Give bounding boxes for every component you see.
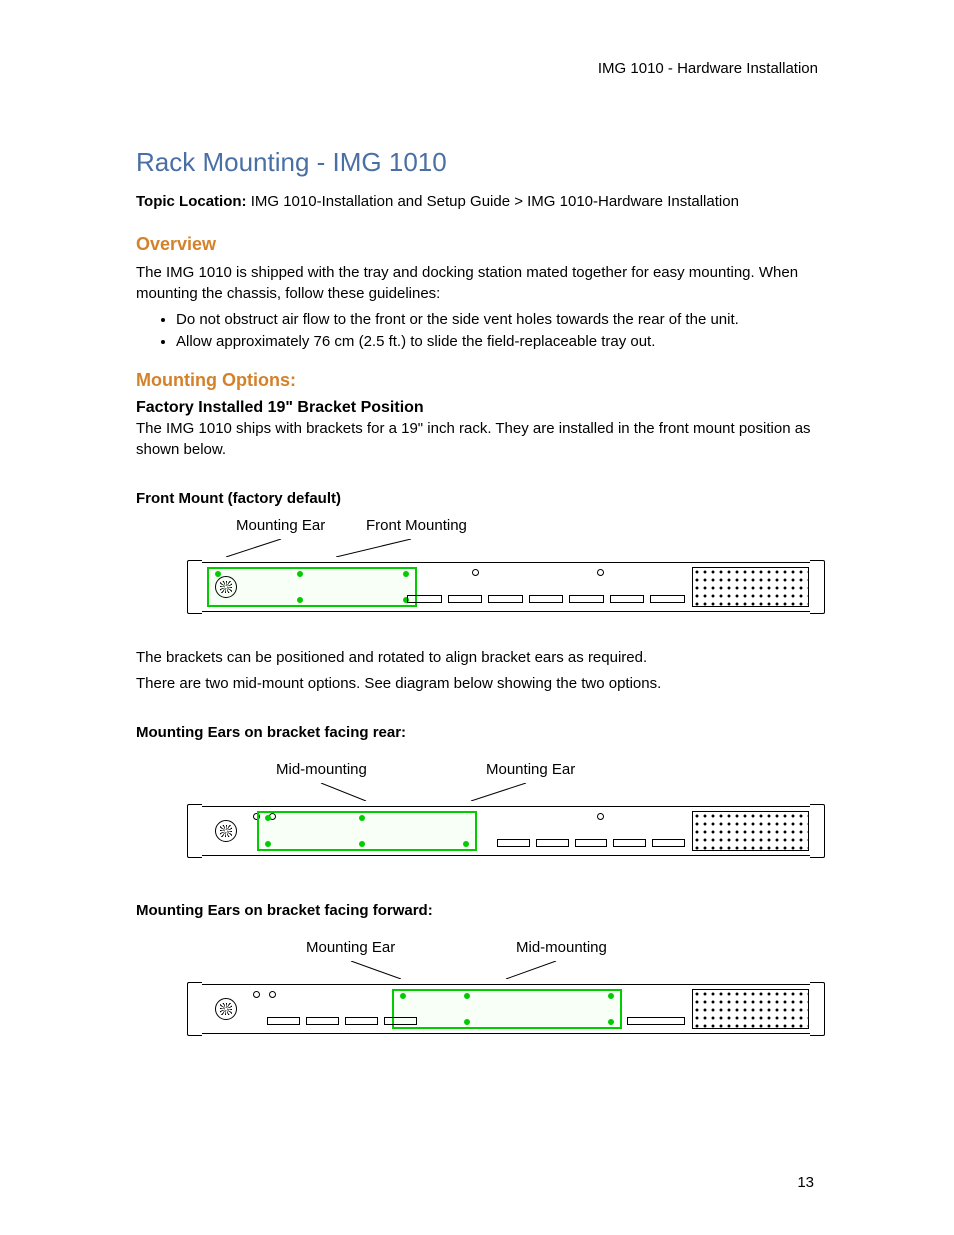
overview-intro: The IMG 1010 is shipped with the tray an… <box>136 263 818 304</box>
overview-bullets: Do not obstruct air flow to the front or… <box>136 310 818 353</box>
page-title: Rack Mounting - IMG 1010 <box>136 147 818 178</box>
diagram-leader-lines <box>196 961 816 979</box>
device-chassis <box>196 806 816 856</box>
bracket-note-1: The brackets can be positioned and rotat… <box>136 648 818 668</box>
factory-text: The IMG 1010 ships with brackets for a 1… <box>136 419 818 460</box>
page-header: IMG 1010 - Hardware Installation <box>136 60 818 77</box>
bracket-mid-forward <box>392 989 622 1029</box>
diagram-leader-lines <box>196 783 816 801</box>
diagram-label-mounting-ear: Mounting Ear <box>236 517 325 534</box>
diagram-label-mid-mounting: Mid-mounting <box>516 939 607 956</box>
device-chassis <box>196 562 816 612</box>
diagram-label-mid-mounting: Mid-mounting <box>276 761 367 778</box>
diagram-leader-lines <box>196 539 816 557</box>
topic-location-path: IMG 1010-Installation and Setup Guide > … <box>251 193 739 210</box>
overview-bullet-1: Do not obstruct air flow to the front or… <box>176 310 818 330</box>
diagram-rear: Mid-mounting Mounting Ear <box>196 761 816 856</box>
rear-caption: Mounting Ears on bracket facing rear: <box>136 724 818 741</box>
vent-grille <box>692 567 809 607</box>
vent-grille <box>692 989 809 1029</box>
diagram-label-mounting-ear: Mounting Ear <box>306 939 395 956</box>
front-mount-caption: Front Mount (factory default) <box>136 490 818 507</box>
bracket-note-2: There are two mid-mount options. See dia… <box>136 674 818 694</box>
diagram-label-front-mounting: Front Mounting <box>366 517 467 534</box>
fan-icon <box>215 998 237 1020</box>
vent-grille <box>692 811 809 851</box>
topic-location: Topic Location: IMG 1010-Installation an… <box>136 192 818 212</box>
diagram-forward: Mounting Ear Mid-mounting <box>196 939 816 1034</box>
diagram-front-mount: Mounting Ear Front Mounting <box>196 517 816 612</box>
device-chassis <box>196 984 816 1034</box>
bracket-front <box>207 567 417 607</box>
overview-bullet-2: Allow approximately 76 cm (2.5 ft.) to s… <box>176 332 818 352</box>
page-number: 13 <box>797 1174 814 1191</box>
diagram-label-mounting-ear: Mounting Ear <box>486 761 575 778</box>
section-mounting-heading: Mounting Options: <box>136 370 818 391</box>
section-overview-heading: Overview <box>136 234 818 255</box>
factory-subheading: Factory Installed 19" Bracket Position <box>136 399 818 417</box>
forward-caption: Mounting Ears on bracket facing forward: <box>136 902 818 919</box>
fan-icon <box>215 820 237 842</box>
topic-location-label: Topic Location: <box>136 193 247 210</box>
bracket-mid-rear <box>257 811 477 851</box>
